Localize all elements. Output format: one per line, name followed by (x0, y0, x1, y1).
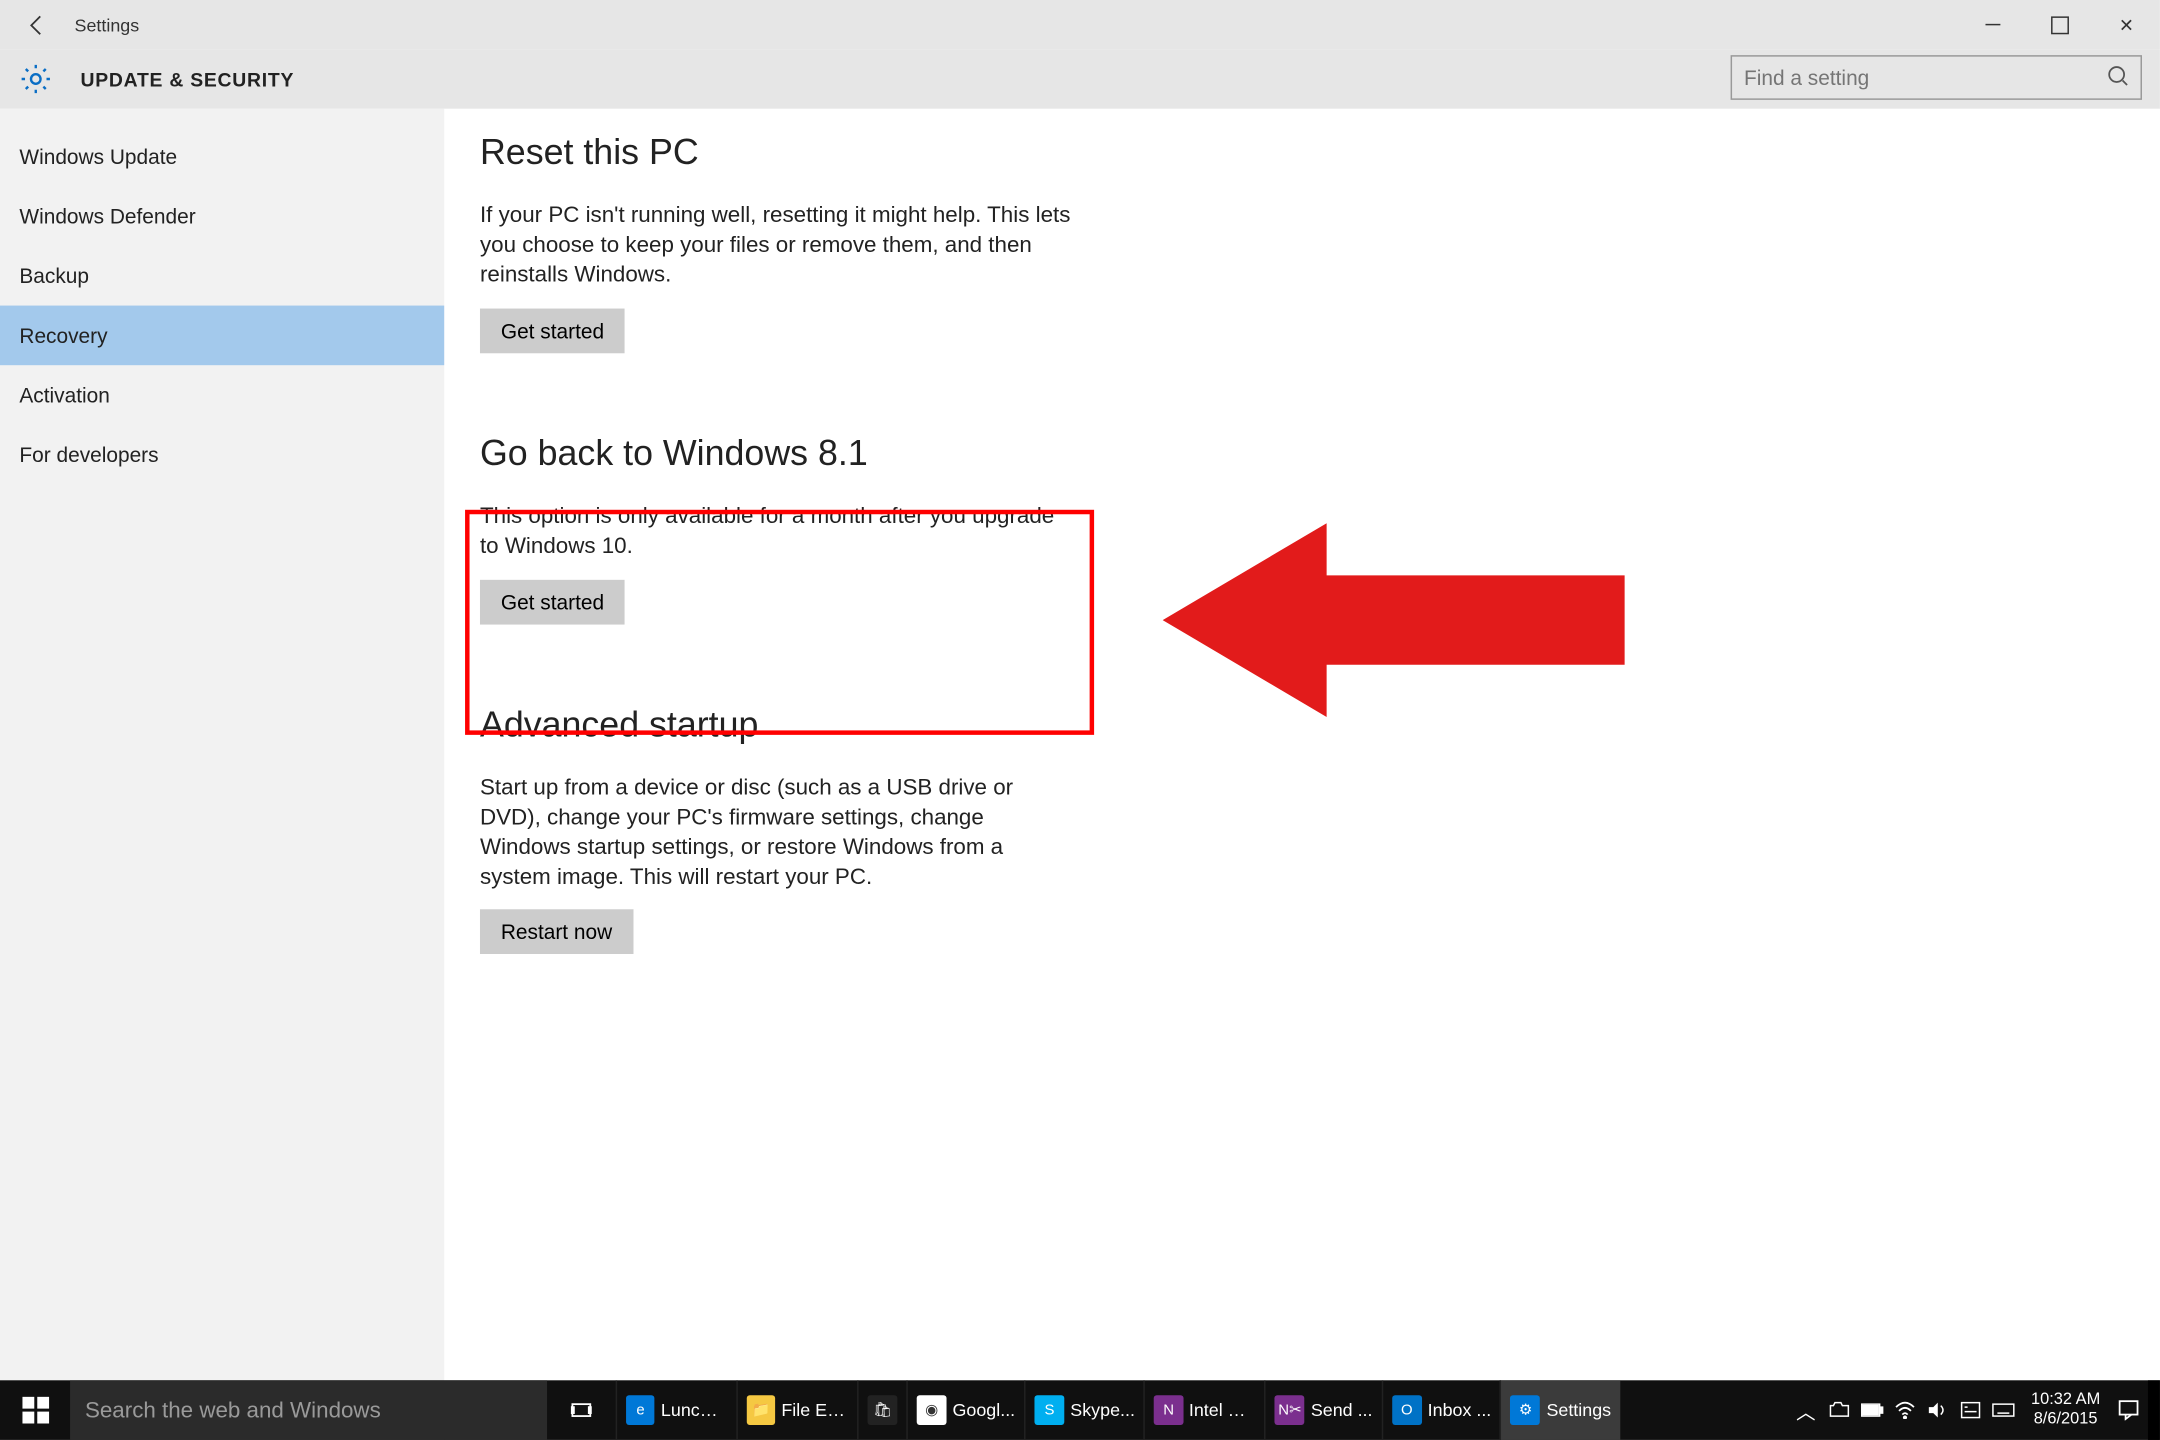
taskbar-app-label: Googl... (952, 1400, 1015, 1421)
advanced-startup-section: Advanced startup Start up from a device … (480, 705, 2160, 991)
taskbar-app-label: Send ... (1311, 1400, 1373, 1421)
tray-keyboard-icon[interactable] (1986, 1380, 2019, 1440)
sidebar: Windows Update Windows Defender Backup R… (0, 109, 444, 1440)
taskbar-app-item[interactable]: ⚙Settings (1500, 1380, 1620, 1440)
task-view-button[interactable] (547, 1380, 616, 1440)
taskbar-app-item[interactable]: 📁File Ex... (736, 1380, 857, 1440)
taskbar-app-icon: N✂ (1275, 1395, 1305, 1425)
taskbar-app-icon: 🛍 (868, 1395, 898, 1425)
taskbar: Search the web and Windows e Lunch ... 📁Fi… (0, 1380, 2160, 1440)
sidebar-item-windows-defender[interactable]: Windows Defender (0, 186, 444, 246)
main-content: Reset this PC If your PC isn't running w… (444, 109, 2160, 1440)
window-title: Settings (75, 14, 140, 35)
back-button[interactable] (0, 0, 75, 49)
advanced-startup-body: Start up from a device or disc (such as … (480, 773, 1076, 892)
gear-icon (18, 61, 54, 97)
restart-now-button[interactable]: Restart now (480, 910, 633, 955)
tray-volume-icon[interactable] (1921, 1380, 1954, 1440)
reset-pc-button[interactable]: Get started (480, 308, 625, 353)
reset-pc-title: Reset this PC (480, 133, 2160, 175)
taskbar-app-label: Lunch ... (661, 1400, 727, 1421)
taskbar-app-item[interactable]: O Inbox ... (1381, 1380, 1500, 1440)
tray-input-icon[interactable] (1953, 1380, 1986, 1440)
tray-battery-icon[interactable] (1855, 1380, 1888, 1440)
go-back-body: This option is only available for a mont… (480, 502, 1076, 561)
tray-chevron-up-icon[interactable]: ︿ (1789, 1380, 1822, 1440)
taskbar-app-item[interactable]: N✂ Send ... (1265, 1380, 1382, 1440)
taskbar-app-icon: ◉ (917, 1395, 947, 1425)
taskbar-app-icon: S (1035, 1395, 1065, 1425)
clock-date: 8/6/2015 (2034, 1410, 2098, 1430)
taskbar-search-placeholder: Search the web and Windows (85, 1397, 381, 1422)
taskbar-app-icon: O (1392, 1395, 1422, 1425)
notifications-icon[interactable] (2112, 1380, 2145, 1440)
sidebar-item-windows-update[interactable]: Windows Update (0, 127, 444, 187)
go-back-section: Go back to Windows 8.1 This option is on… (480, 433, 2160, 659)
taskbar-app-item[interactable]: e Lunch ... (616, 1380, 737, 1440)
taskbar-app-icon: e (626, 1395, 655, 1425)
taskbar-app-item[interactable]: ◉Googl... (906, 1380, 1024, 1440)
go-back-title: Go back to Windows 8.1 (480, 433, 2160, 475)
start-button[interactable] (0, 1380, 70, 1440)
sidebar-item-backup[interactable]: Backup (0, 246, 444, 306)
sidebar-item-for-developers[interactable]: For developers (0, 425, 444, 485)
titlebar: Settings (0, 0, 2160, 49)
tray-wifi-icon[interactable] (1888, 1380, 1921, 1440)
minimize-button[interactable] (1959, 0, 2026, 49)
taskbar-app-label: File Ex... (781, 1400, 848, 1421)
reset-pc-section: Reset this PC If your PC isn't running w… (480, 133, 2160, 389)
header: UPDATE & SECURITY (0, 49, 2160, 109)
search-input[interactable] (1731, 55, 2142, 100)
search-container (1731, 55, 2142, 100)
section-title: UPDATE & SECURITY (80, 68, 294, 90)
reset-pc-body: If your PC isn't running well, resetting… (480, 201, 1076, 290)
sidebar-item-activation[interactable]: Activation (0, 365, 444, 425)
taskbar-app-item[interactable]: N Intel Ki... (1144, 1380, 1265, 1440)
taskbar-app-label: Inbox ... (1428, 1400, 1492, 1421)
close-button[interactable] (2093, 0, 2160, 49)
taskbar-app-label: Settings (1546, 1400, 1611, 1421)
taskbar-app-label: Skype... (1070, 1400, 1135, 1421)
show-desktop-button[interactable] (2148, 1380, 2160, 1440)
taskbar-app-label: Intel Ki... (1189, 1400, 1256, 1421)
clock-time: 10:32 AM (2031, 1390, 2100, 1410)
maximize-button[interactable] (2026, 0, 2093, 49)
taskbar-app-icon: ⚙ (1511, 1395, 1541, 1425)
go-back-button[interactable]: Get started (480, 579, 625, 624)
taskbar-app-icon: 📁 (747, 1395, 776, 1425)
taskbar-clock[interactable]: 10:32 AM 8/6/2015 (2019, 1390, 2112, 1429)
taskbar-search[interactable]: Search the web and Windows (70, 1380, 547, 1440)
taskbar-app-item[interactable]: 🛍 (857, 1380, 906, 1440)
taskbar-app-icon: N (1154, 1395, 1183, 1425)
tray-power-icon[interactable] (1822, 1380, 1855, 1440)
taskbar-apps: eLunch ...📁File Ex...🛍◉Googl...SSkype...… (616, 1380, 1620, 1440)
advanced-startup-title: Advanced startup (480, 705, 2160, 747)
sidebar-item-recovery[interactable]: Recovery (0, 306, 444, 366)
taskbar-app-item[interactable]: SSkype... (1024, 1380, 1144, 1440)
system-tray: ︿ 10:32 AM 8/6/2015 (1787, 1380, 2148, 1440)
